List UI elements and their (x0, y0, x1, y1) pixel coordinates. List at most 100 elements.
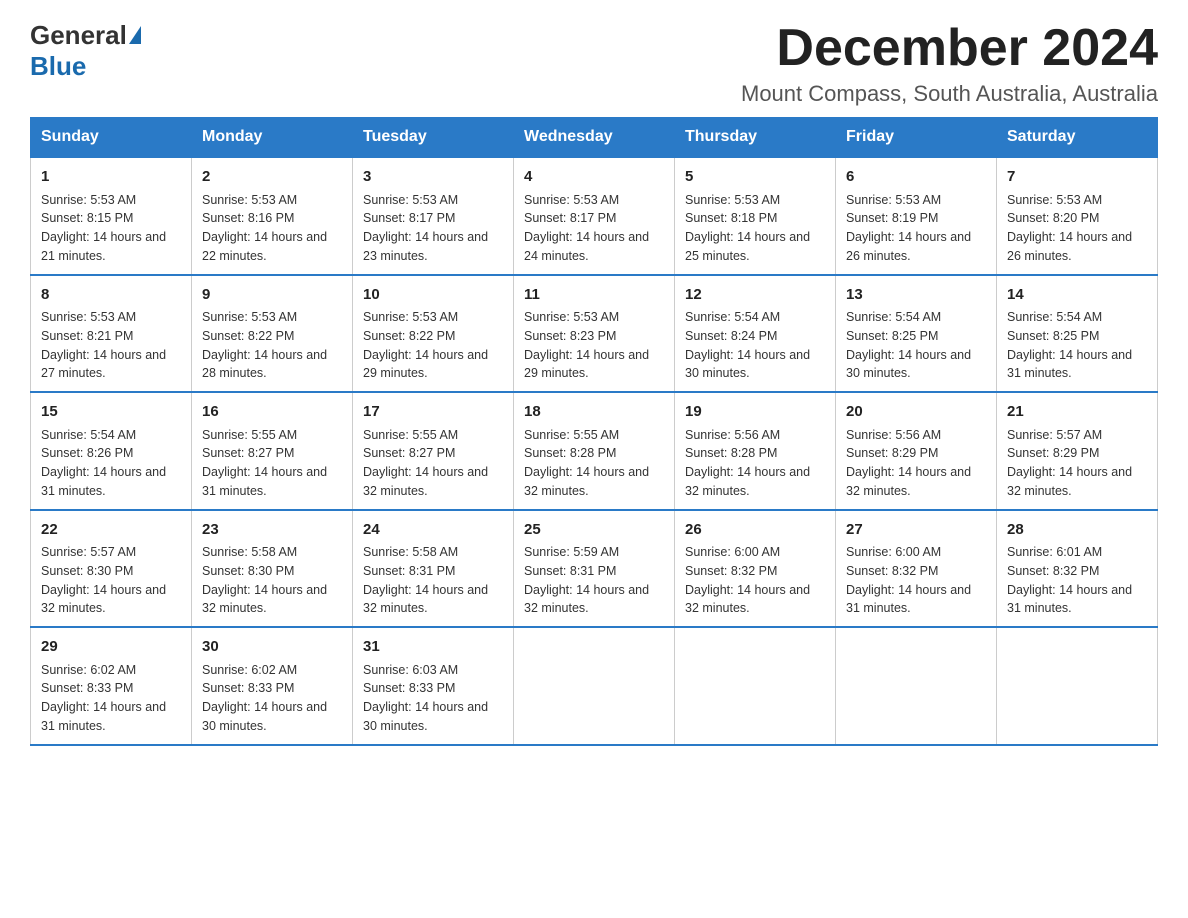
calendar-cell: 5Sunrise: 5:53 AMSunset: 8:18 PMDaylight… (675, 157, 836, 275)
day-info: Sunrise: 5:59 AMSunset: 8:31 PMDaylight:… (524, 543, 664, 618)
day-number: 25 (524, 519, 664, 542)
calendar-cell: 18Sunrise: 5:55 AMSunset: 8:28 PMDayligh… (514, 392, 675, 510)
day-number: 28 (1007, 519, 1147, 542)
day-number: 6 (846, 166, 986, 189)
calendar-cell: 3Sunrise: 5:53 AMSunset: 8:17 PMDaylight… (353, 157, 514, 275)
day-number: 7 (1007, 166, 1147, 189)
calendar-cell (997, 627, 1158, 745)
day-info: Sunrise: 5:57 AMSunset: 8:30 PMDaylight:… (41, 543, 181, 618)
day-number: 1 (41, 166, 181, 189)
day-info: Sunrise: 5:56 AMSunset: 8:29 PMDaylight:… (846, 426, 986, 501)
day-info: Sunrise: 5:53 AMSunset: 8:18 PMDaylight:… (685, 191, 825, 266)
calendar-cell: 16Sunrise: 5:55 AMSunset: 8:27 PMDayligh… (192, 392, 353, 510)
day-number: 21 (1007, 401, 1147, 424)
calendar-cell: 19Sunrise: 5:56 AMSunset: 8:28 PMDayligh… (675, 392, 836, 510)
calendar-cell: 30Sunrise: 6:02 AMSunset: 8:33 PMDayligh… (192, 627, 353, 745)
title-area: December 2024 Mount Compass, South Austr… (741, 20, 1158, 107)
logo-blue-text: Blue (30, 51, 86, 82)
week-row-2: 8Sunrise: 5:53 AMSunset: 8:21 PMDaylight… (31, 275, 1158, 393)
calendar-cell: 13Sunrise: 5:54 AMSunset: 8:25 PMDayligh… (836, 275, 997, 393)
day-number: 30 (202, 636, 342, 659)
day-info: Sunrise: 5:53 AMSunset: 8:23 PMDaylight:… (524, 308, 664, 383)
day-info: Sunrise: 5:54 AMSunset: 8:24 PMDaylight:… (685, 308, 825, 383)
day-number: 13 (846, 284, 986, 307)
logo-triangle-icon (129, 26, 141, 44)
calendar-cell (675, 627, 836, 745)
calendar-cell: 10Sunrise: 5:53 AMSunset: 8:22 PMDayligh… (353, 275, 514, 393)
day-info: Sunrise: 5:53 AMSunset: 8:15 PMDaylight:… (41, 191, 181, 266)
day-info: Sunrise: 5:54 AMSunset: 8:26 PMDaylight:… (41, 426, 181, 501)
week-row-5: 29Sunrise: 6:02 AMSunset: 8:33 PMDayligh… (31, 627, 1158, 745)
day-number: 2 (202, 166, 342, 189)
day-info: Sunrise: 6:02 AMSunset: 8:33 PMDaylight:… (202, 661, 342, 736)
calendar-cell: 27Sunrise: 6:00 AMSunset: 8:32 PMDayligh… (836, 510, 997, 628)
calendar-cell: 21Sunrise: 5:57 AMSunset: 8:29 PMDayligh… (997, 392, 1158, 510)
day-info: Sunrise: 5:56 AMSunset: 8:28 PMDaylight:… (685, 426, 825, 501)
day-number: 19 (685, 401, 825, 424)
day-number: 5 (685, 166, 825, 189)
calendar-cell: 23Sunrise: 5:58 AMSunset: 8:30 PMDayligh… (192, 510, 353, 628)
calendar-cell: 1Sunrise: 5:53 AMSunset: 8:15 PMDaylight… (31, 157, 192, 275)
calendar-cell: 4Sunrise: 5:53 AMSunset: 8:17 PMDaylight… (514, 157, 675, 275)
calendar-cell: 8Sunrise: 5:53 AMSunset: 8:21 PMDaylight… (31, 275, 192, 393)
calendar-cell: 28Sunrise: 6:01 AMSunset: 8:32 PMDayligh… (997, 510, 1158, 628)
day-number: 11 (524, 284, 664, 307)
day-info: Sunrise: 5:55 AMSunset: 8:28 PMDaylight:… (524, 426, 664, 501)
day-number: 29 (41, 636, 181, 659)
calendar-cell: 22Sunrise: 5:57 AMSunset: 8:30 PMDayligh… (31, 510, 192, 628)
day-info: Sunrise: 6:02 AMSunset: 8:33 PMDaylight:… (41, 661, 181, 736)
day-info: Sunrise: 5:58 AMSunset: 8:30 PMDaylight:… (202, 543, 342, 618)
day-number: 24 (363, 519, 503, 542)
calendar-cell: 25Sunrise: 5:59 AMSunset: 8:31 PMDayligh… (514, 510, 675, 628)
day-info: Sunrise: 5:55 AMSunset: 8:27 PMDaylight:… (202, 426, 342, 501)
calendar-cell: 6Sunrise: 5:53 AMSunset: 8:19 PMDaylight… (836, 157, 997, 275)
week-row-1: 1Sunrise: 5:53 AMSunset: 8:15 PMDaylight… (31, 157, 1158, 275)
day-number: 14 (1007, 284, 1147, 307)
day-info: Sunrise: 5:53 AMSunset: 8:21 PMDaylight:… (41, 308, 181, 383)
day-info: Sunrise: 5:53 AMSunset: 8:17 PMDaylight:… (524, 191, 664, 266)
calendar-cell: 20Sunrise: 5:56 AMSunset: 8:29 PMDayligh… (836, 392, 997, 510)
calendar-cell: 7Sunrise: 5:53 AMSunset: 8:20 PMDaylight… (997, 157, 1158, 275)
day-number: 22 (41, 519, 181, 542)
day-number: 23 (202, 519, 342, 542)
day-number: 20 (846, 401, 986, 424)
logo: General Blue (30, 20, 141, 82)
day-number: 17 (363, 401, 503, 424)
day-number: 16 (202, 401, 342, 424)
day-number: 9 (202, 284, 342, 307)
weekday-header-sunday: Sunday (31, 118, 192, 158)
day-number: 27 (846, 519, 986, 542)
month-title: December 2024 (741, 20, 1158, 77)
weekday-header-row: SundayMondayTuesdayWednesdayThursdayFrid… (31, 118, 1158, 158)
day-number: 8 (41, 284, 181, 307)
week-row-3: 15Sunrise: 5:54 AMSunset: 8:26 PMDayligh… (31, 392, 1158, 510)
day-info: Sunrise: 5:54 AMSunset: 8:25 PMDaylight:… (846, 308, 986, 383)
calendar-cell: 14Sunrise: 5:54 AMSunset: 8:25 PMDayligh… (997, 275, 1158, 393)
day-info: Sunrise: 6:03 AMSunset: 8:33 PMDaylight:… (363, 661, 503, 736)
day-info: Sunrise: 6:00 AMSunset: 8:32 PMDaylight:… (846, 543, 986, 618)
day-info: Sunrise: 5:53 AMSunset: 8:19 PMDaylight:… (846, 191, 986, 266)
weekday-header-thursday: Thursday (675, 118, 836, 158)
day-number: 3 (363, 166, 503, 189)
week-row-4: 22Sunrise: 5:57 AMSunset: 8:30 PMDayligh… (31, 510, 1158, 628)
day-info: Sunrise: 5:53 AMSunset: 8:22 PMDaylight:… (202, 308, 342, 383)
weekday-header-wednesday: Wednesday (514, 118, 675, 158)
calendar-cell: 12Sunrise: 5:54 AMSunset: 8:24 PMDayligh… (675, 275, 836, 393)
day-info: Sunrise: 5:53 AMSunset: 8:16 PMDaylight:… (202, 191, 342, 266)
day-info: Sunrise: 6:01 AMSunset: 8:32 PMDaylight:… (1007, 543, 1147, 618)
day-number: 31 (363, 636, 503, 659)
day-info: Sunrise: 6:00 AMSunset: 8:32 PMDaylight:… (685, 543, 825, 618)
header: General Blue December 2024 Mount Compass… (30, 20, 1158, 107)
calendar-cell: 11Sunrise: 5:53 AMSunset: 8:23 PMDayligh… (514, 275, 675, 393)
weekday-header-friday: Friday (836, 118, 997, 158)
calendar-table: SundayMondayTuesdayWednesdayThursdayFrid… (30, 117, 1158, 746)
day-info: Sunrise: 5:53 AMSunset: 8:22 PMDaylight:… (363, 308, 503, 383)
location-title: Mount Compass, South Australia, Australi… (741, 81, 1158, 107)
day-info: Sunrise: 5:57 AMSunset: 8:29 PMDaylight:… (1007, 426, 1147, 501)
calendar-cell: 29Sunrise: 6:02 AMSunset: 8:33 PMDayligh… (31, 627, 192, 745)
calendar-cell: 9Sunrise: 5:53 AMSunset: 8:22 PMDaylight… (192, 275, 353, 393)
day-number: 4 (524, 166, 664, 189)
day-number: 18 (524, 401, 664, 424)
day-number: 15 (41, 401, 181, 424)
day-info: Sunrise: 5:58 AMSunset: 8:31 PMDaylight:… (363, 543, 503, 618)
